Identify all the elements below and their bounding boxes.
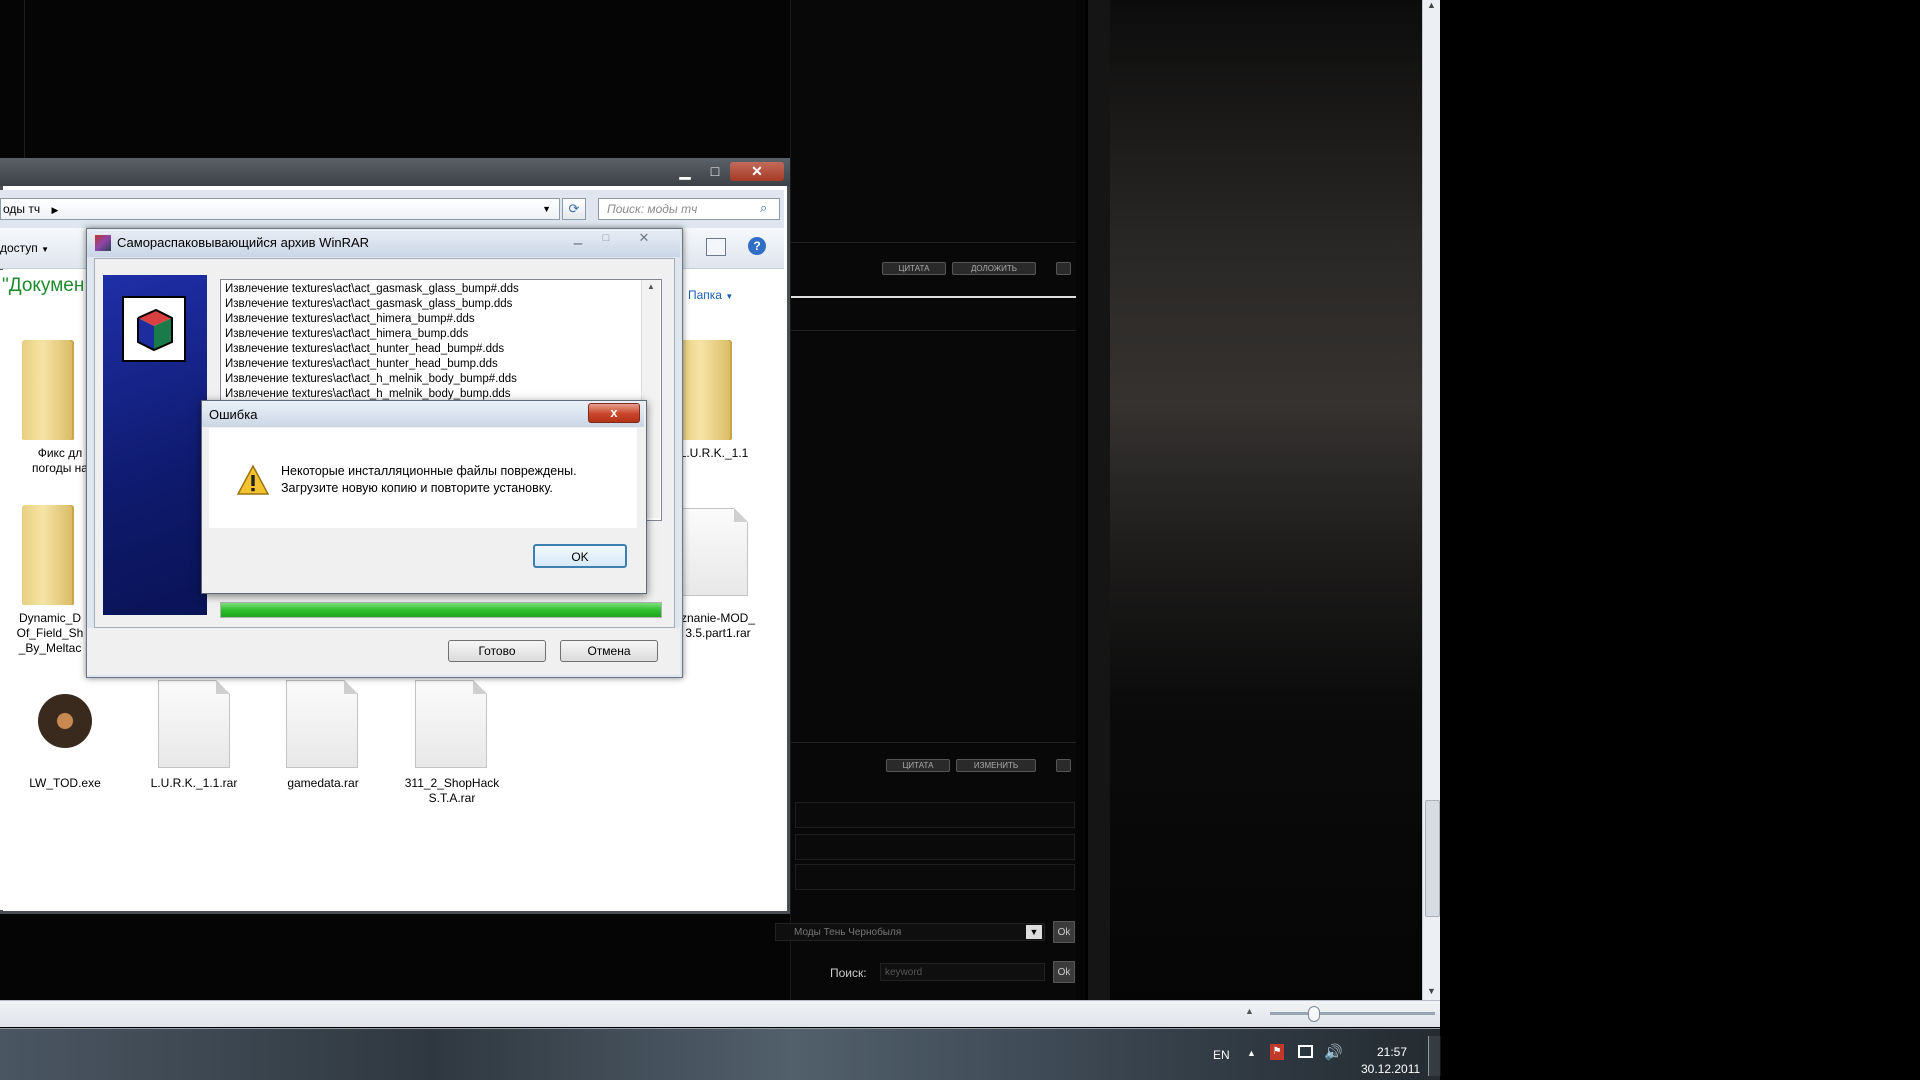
folder-icon[interactable] <box>22 505 74 605</box>
language-indicator[interactable]: EN <box>1213 1048 1230 1062</box>
error-message-line: Загрузите новую копию и повторите устано… <box>281 481 553 495</box>
error-message-line: Некоторые инсталляционные файлы поврежде… <box>281 464 577 478</box>
rar-file-icon[interactable] <box>676 508 748 596</box>
breadcrumb[interactable]: оды тч <box>1 202 40 216</box>
item-label[interactable]: gamedata.rar <box>263 776 383 791</box>
log-line: Извлечение textures\act\act_gasmask_glas… <box>225 298 513 310</box>
exe-file-icon[interactable] <box>38 694 92 748</box>
clock-date[interactable]: 30.12.2011 <box>1361 1062 1420 1076</box>
divider <box>791 242 1076 243</box>
volume-icon[interactable]: 🔊 <box>1324 1043 1343 1061</box>
show-hidden-icons-icon[interactable]: ▲ <box>1247 1048 1256 1058</box>
winrar-app-icon <box>95 235 111 251</box>
action-center-flag-icon[interactable]: ⚑ <box>1270 1044 1284 1060</box>
background-photo <box>1088 0 1423 1010</box>
folder-icon[interactable] <box>22 340 74 440</box>
divider <box>791 330 1076 331</box>
help-icon[interactable]: ? <box>748 237 766 255</box>
post-menu-icon[interactable] <box>1056 262 1071 275</box>
close-icon[interactable]: x <box>588 403 640 423</box>
archive-box-icon <box>137 308 173 352</box>
done-button[interactable]: Готово <box>448 640 546 662</box>
extraction-progress-bar <box>220 602 662 618</box>
cancel-button[interactable]: Отмена <box>560 640 658 662</box>
log-line: Извлечение textures\act\act_himera_bump#… <box>225 313 475 325</box>
new-folder-menu[interactable]: Папка ▼ <box>688 288 733 302</box>
log-line: Извлечение textures\act\act_himera_bump.… <box>225 328 469 340</box>
quote-button[interactable]: ЦИТАТА <box>882 262 946 275</box>
search-label: Поиск: <box>830 966 867 980</box>
log-line: Извлечение textures\act\act_gasmask_glas… <box>225 283 519 295</box>
forum-jump-select[interactable]: Моды Тень Чернобыля <box>775 923 1045 941</box>
zoom-slider[interactable] <box>1270 1012 1435 1015</box>
explorer-search-input[interactable]: Поиск: моды тч <box>598 198 780 220</box>
progress-fill <box>221 603 661 617</box>
zoom-out-icon[interactable]: ▲ <box>1245 1006 1254 1016</box>
error-dialog-titlebar[interactable]: Ошибка <box>202 401 644 427</box>
item-label[interactable]: L.U.R.K._1.1.rar <box>134 776 254 791</box>
search-icon[interactable]: ⌕ <box>760 200 767 216</box>
rar-file-icon[interactable] <box>415 680 487 768</box>
winrar-logo-icon <box>122 296 186 362</box>
rar-file-icon[interactable] <box>286 680 358 768</box>
winrar-title: Самораспаковывающийся архив WinRAR <box>117 235 370 250</box>
scroll-up-icon[interactable]: ▲ <box>647 282 655 291</box>
item-label[interactable]: 311_2_ShopHack S.T.A.rar <box>392 776 512 806</box>
show-desktop-button[interactable] <box>1428 1036 1441 1076</box>
chevron-down-icon: ▼ <box>725 292 734 301</box>
share-menu-label: доступ <box>0 241 38 255</box>
browser-scrollbar[interactable]: ▲ ▼ <box>1422 0 1441 1000</box>
clock-time[interactable]: 21:57 <box>1377 1045 1407 1059</box>
maximize-icon[interactable]: □ <box>595 232 617 246</box>
log-line: Извлечение textures\act\act_hunter_head_… <box>225 343 505 355</box>
new-folder-label: Папка <box>688 288 722 302</box>
scroll-down-icon[interactable]: ▼ <box>1427 986 1436 996</box>
divider <box>791 742 1076 743</box>
post-menu-icon[interactable] <box>1056 759 1071 772</box>
preview-pane-icon[interactable] <box>706 238 726 256</box>
close-icon[interactable]: ✕ <box>730 162 784 181</box>
item-label[interactable]: LW_TOD.exe <box>5 776 125 791</box>
desktop-background <box>1440 0 1920 1080</box>
ok-button[interactable]: OK <box>533 544 627 568</box>
folder-icon[interactable] <box>680 340 732 440</box>
browser-status-bar <box>0 1000 1440 1027</box>
zoom-slider-thumb[interactable] <box>1308 1006 1320 1022</box>
edit-button[interactable]: ИЗМЕНИТЬ <box>956 759 1036 772</box>
minimize-icon[interactable]: ▁ <box>670 162 700 181</box>
report-button[interactable]: ДОЛОЖИТЬ <box>952 262 1036 275</box>
network-icon[interactable] <box>1298 1045 1313 1058</box>
warning-icon <box>236 464 270 499</box>
close-icon[interactable]: ✕ <box>623 230 665 246</box>
chevron-down-icon: ▼ <box>41 245 50 254</box>
winrar-titlebar[interactable]: Самораспаковывающийся архив WinRAR ▁ □ ✕ <box>87 229 680 257</box>
log-line: Извлечение textures\act\act_hunter_head_… <box>225 358 498 370</box>
share-menu[interactable]: доступ ▼ <box>0 241 49 255</box>
refresh-icon[interactable]: ⟳ <box>562 198 586 220</box>
scrollbar-thumb[interactable] <box>1425 800 1440 917</box>
forum-row <box>795 802 1075 828</box>
scroll-up-icon[interactable]: ▲ <box>1427 0 1436 10</box>
folder-heading: "Докумен <box>2 275 85 296</box>
log-line: Извлечение textures\act\act_h_melnik_bod… <box>225 373 517 385</box>
minimize-icon[interactable]: ▁ <box>567 232 589 246</box>
error-message-area <box>209 428 637 528</box>
forum-jump-ok-button[interactable]: Ok <box>1053 921 1075 943</box>
chevron-down-icon[interactable]: ▼ <box>542 199 551 219</box>
forum-search-ok-button[interactable]: Ok <box>1053 961 1075 983</box>
maximize-icon[interactable]: □ <box>700 162 730 181</box>
post-separator <box>791 296 1076 298</box>
forum-row <box>795 834 1075 860</box>
forum-row <box>795 864 1075 890</box>
address-bar[interactable]: оды тч ▶ ▼ <box>0 198 560 220</box>
rar-file-icon[interactable] <box>158 680 230 768</box>
quote-button[interactable]: ЦИТАТА <box>886 759 950 772</box>
forum-search-input[interactable]: keyword <box>880 963 1045 981</box>
breadcrumb-arrow-icon[interactable]: ▶ <box>51 205 58 215</box>
chevron-down-icon[interactable]: ▼ <box>1026 925 1042 939</box>
taskbar: EN ▲ ⚑ 🔊 21:57 30.12.2011 <box>0 1028 1441 1080</box>
error-dialog-title: Ошибка <box>209 407 258 422</box>
